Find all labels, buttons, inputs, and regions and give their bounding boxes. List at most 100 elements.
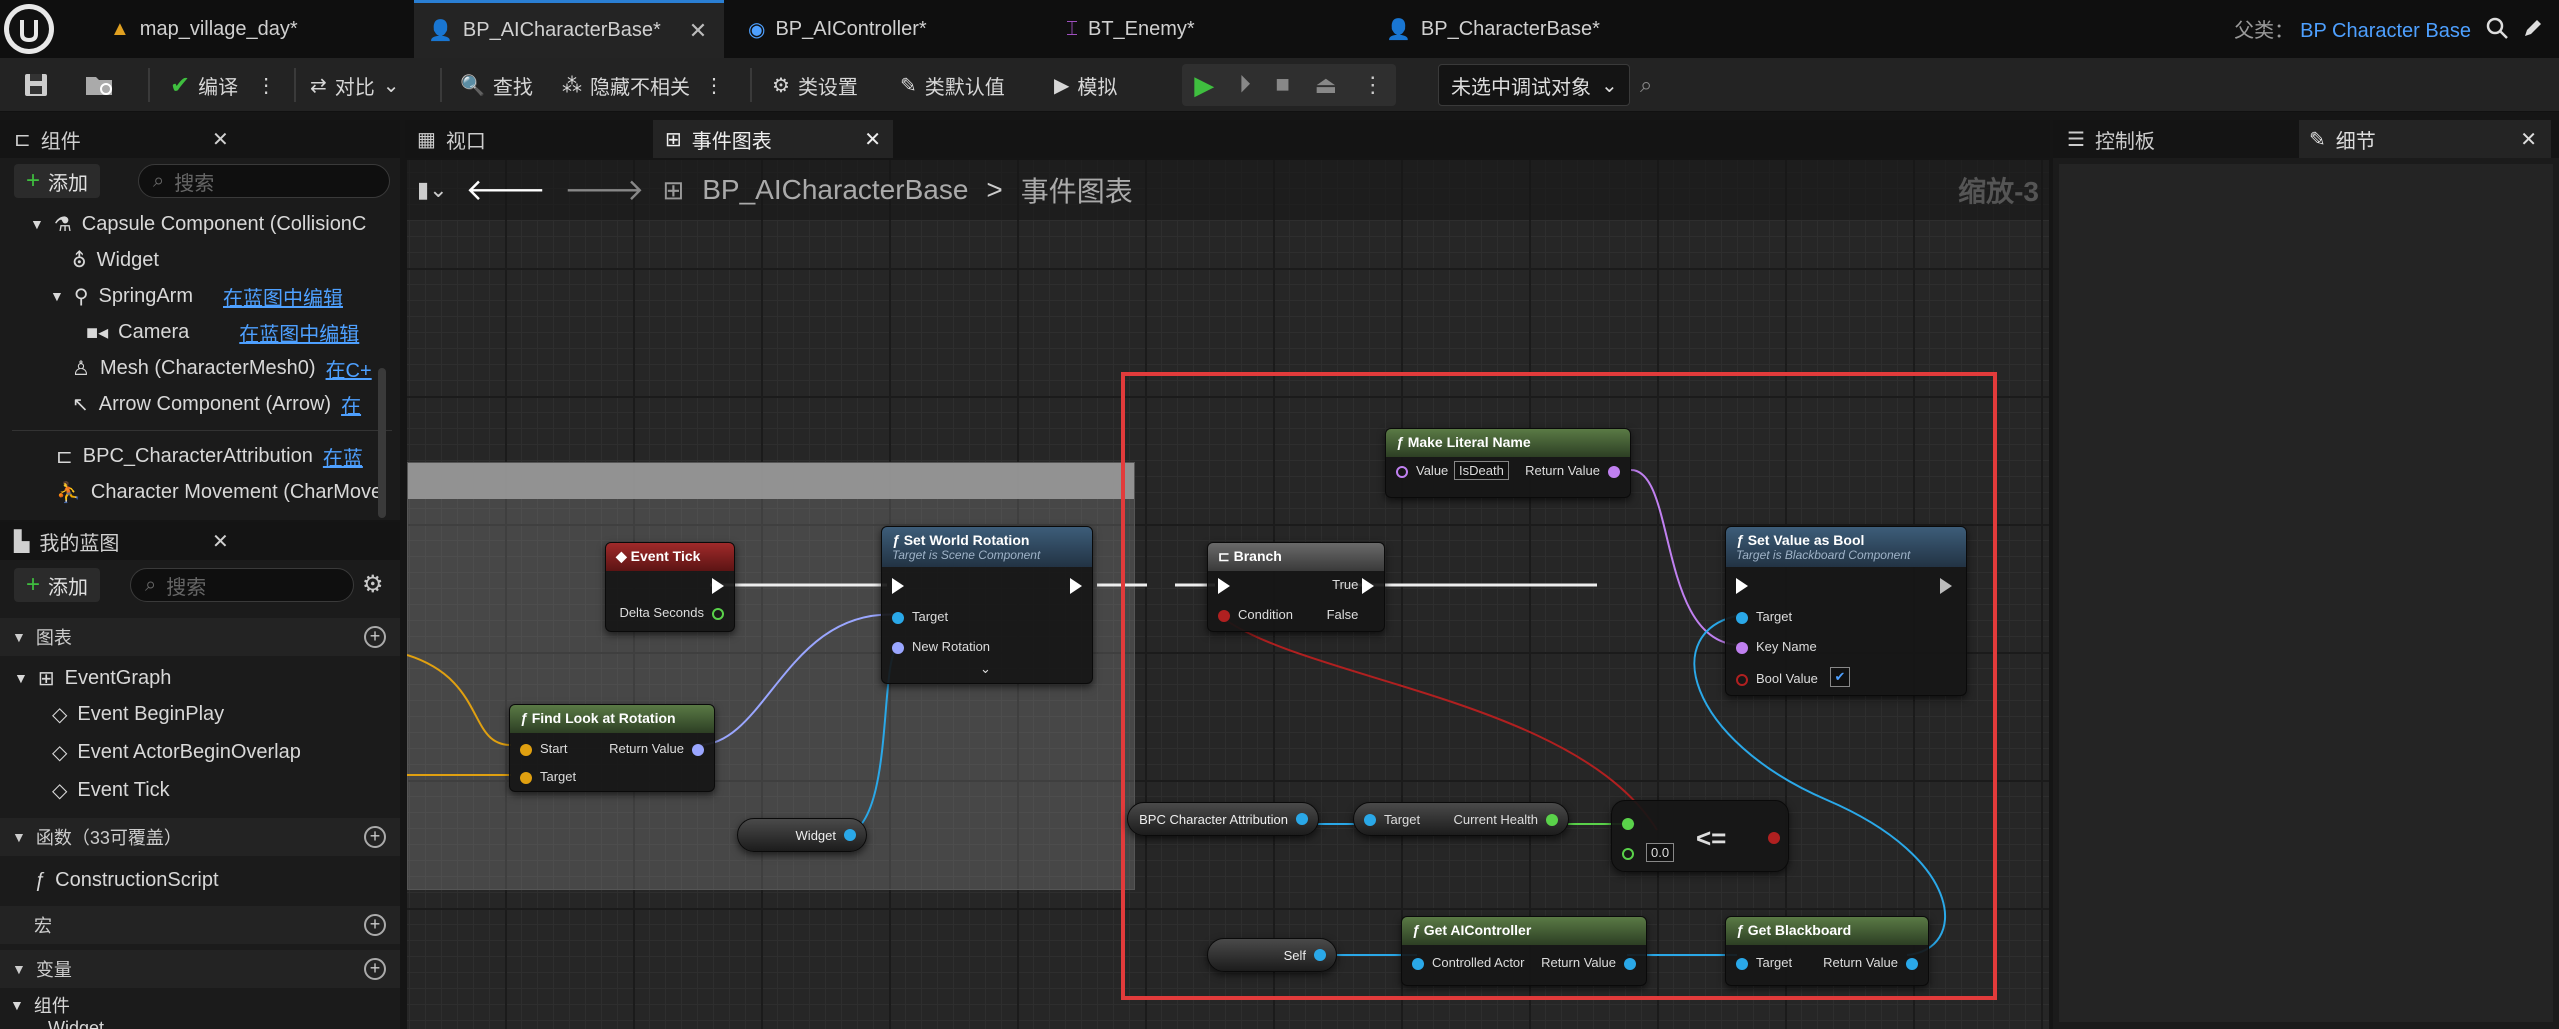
back-arrow-icon[interactable]: 🡐 bbox=[466, 172, 546, 208]
controlled-actor-pin[interactable]: Controlled Actor bbox=[1412, 955, 1525, 970]
browse-button[interactable] bbox=[84, 66, 116, 104]
exec-in-pin[interactable] bbox=[892, 577, 904, 594]
value-pin[interactable]: Value bbox=[1396, 463, 1448, 478]
add-member-button[interactable]: + 添加 bbox=[14, 568, 101, 602]
edit-in-link[interactable]: 在 bbox=[341, 390, 361, 419]
start-pin[interactable]: Start bbox=[520, 741, 567, 756]
add-component-button[interactable]: + 添加 bbox=[14, 164, 101, 198]
my-blueprint-search-input[interactable]: ⌕ 搜索 bbox=[130, 568, 354, 602]
bool-value-pin[interactable]: Bool Value bbox=[1736, 671, 1818, 686]
find-button[interactable]: 🔍 查找 bbox=[460, 66, 533, 104]
component-bpc-characterattribution[interactable]: ⊏ BPC_CharacterAttribution 在蓝 bbox=[56, 438, 363, 474]
branch-node[interactable]: ⊏ Branch True Condition False bbox=[1207, 542, 1385, 632]
less-equal-node[interactable]: 0.0 <= bbox=[1611, 800, 1789, 872]
tab-viewport[interactable]: ▦ 视口 bbox=[405, 120, 645, 158]
component-camera[interactable]: ■◂ Camera 在蓝图中编辑 bbox=[86, 314, 359, 350]
components-variable-group[interactable]: ▼ 组件 bbox=[10, 990, 70, 1020]
target-pin[interactable]: Target bbox=[520, 769, 576, 784]
key-name-pin[interactable]: Key Name bbox=[1736, 639, 1817, 654]
a-pin[interactable] bbox=[1622, 815, 1642, 830]
exec-in-pin[interactable] bbox=[1736, 577, 1748, 594]
class-defaults-button[interactable]: ✎ 类默认值 bbox=[900, 66, 1005, 104]
b-pin[interactable] bbox=[1622, 845, 1642, 860]
self-node[interactable]: Self bbox=[1207, 938, 1337, 972]
new-rotation-pin[interactable]: New Rotation bbox=[892, 639, 990, 654]
play-icon[interactable]: ▶ bbox=[1194, 70, 1214, 101]
section-graphs[interactable]: ▼ 图表 + bbox=[0, 618, 400, 656]
simulate-button[interactable]: ▶ 模拟 bbox=[1054, 66, 1117, 104]
component-arrow[interactable]: ↖ Arrow Component (Arrow) 在 bbox=[72, 386, 361, 422]
b-value-input[interactable]: 0.0 bbox=[1646, 843, 1675, 862]
expand-chevron-icon[interactable]: ⌄ bbox=[980, 661, 991, 677]
target-pin[interactable]: Target bbox=[1364, 812, 1420, 827]
add-macro-icon[interactable]: + bbox=[364, 914, 386, 936]
eject-icon[interactable]: ⏏ bbox=[1314, 71, 1337, 100]
return-value-pin[interactable]: Return Value bbox=[1823, 955, 1918, 970]
target-pin[interactable]: Target bbox=[1736, 955, 1792, 970]
section-macros[interactable]: 宏 + bbox=[0, 906, 400, 944]
widget-variable-node[interactable]: Widget bbox=[737, 818, 867, 852]
class-settings-button[interactable]: ⚙ 类设置 bbox=[772, 66, 858, 104]
tab-control-panel[interactable]: ☰ 控制板 bbox=[2061, 120, 2301, 158]
find-look-at-rotation-node[interactable]: ƒ Find Look at Rotation Start Target Ret… bbox=[509, 704, 715, 792]
false-pin[interactable]: False bbox=[1327, 607, 1374, 624]
forward-arrow-icon[interactable]: 🡒 bbox=[564, 172, 644, 208]
exec-out-pin[interactable] bbox=[1070, 577, 1082, 594]
result-pin[interactable] bbox=[1768, 829, 1780, 844]
close-icon[interactable]: ✕ bbox=[212, 529, 229, 554]
add-graph-icon[interactable]: + bbox=[364, 626, 386, 648]
set-value-as-bool-node[interactable]: ƒ Set Value as Bool Target is Blackboard … bbox=[1725, 526, 1967, 696]
bookmark-icon[interactable]: ▮⌄ bbox=[417, 177, 448, 203]
make-literal-name-node[interactable]: ƒ Make Literal Name Value IsDeath Return… bbox=[1385, 428, 1631, 498]
bool-value-checkbox[interactable]: ✔ bbox=[1830, 667, 1850, 687]
event-graph-item[interactable]: ▼ ⊞ EventGraph bbox=[14, 660, 171, 696]
tab-map-village-day[interactable]: ▲ map_village_day* bbox=[96, 0, 410, 58]
bpc-character-attribution-node[interactable]: BPC Character Attribution bbox=[1127, 802, 1319, 836]
tab-bp-aicontroller[interactable]: ◉ BP_AIController* bbox=[734, 0, 1044, 58]
add-function-icon[interactable]: + bbox=[364, 826, 386, 848]
component-capsule[interactable]: ▼ ⚗ Capsule Component (CollisionC bbox=[30, 206, 366, 242]
event-tick-node[interactable]: ◆ Event Tick Delta Seconds bbox=[605, 542, 735, 632]
return-value-pin[interactable]: Return Value bbox=[609, 741, 704, 756]
event-actorbeginoverlap-item[interactable]: ◇ Event ActorBeginOverlap bbox=[52, 734, 301, 770]
breadcrumb-graph[interactable]: 事件图表 bbox=[1021, 170, 1133, 210]
close-tab-icon[interactable]: ✕ bbox=[2520, 127, 2537, 152]
edit-in-blueprint-link[interactable]: 在蓝图中编辑 bbox=[223, 282, 343, 311]
more-options-icon[interactable]: ⋮ bbox=[704, 73, 724, 98]
components-scrollbar[interactable] bbox=[378, 368, 386, 518]
target-pin[interactable]: Target bbox=[1736, 609, 1792, 624]
return-value-pin[interactable]: Return Value bbox=[1525, 463, 1620, 478]
close-tab-icon[interactable]: ✕ bbox=[689, 18, 707, 44]
stop-icon[interactable]: ■ bbox=[1275, 71, 1290, 99]
edit-in-blueprint-link[interactable]: 在蓝图中编辑 bbox=[239, 318, 359, 347]
save-button[interactable] bbox=[22, 66, 50, 104]
play-options-icon[interactable]: ⋮ bbox=[1362, 72, 1384, 98]
true-pin[interactable]: True bbox=[1332, 577, 1374, 594]
component-mesh[interactable]: ♙ Mesh (CharacterMesh0) 在C+ bbox=[72, 350, 372, 386]
components-search-input[interactable]: ⌕ 搜索 bbox=[138, 164, 390, 198]
get-aicontroller-node[interactable]: ƒ Get AIController Controlled Actor Retu… bbox=[1401, 916, 1647, 986]
edit-in-blueprint-link[interactable]: 在蓝 bbox=[323, 442, 363, 471]
compile-options-icon[interactable]: ⋮ bbox=[256, 73, 276, 98]
get-current-health-node[interactable]: Target Current Health bbox=[1353, 802, 1569, 836]
compile-button[interactable]: ✔ 编译 ⋮ bbox=[170, 66, 276, 104]
unreal-logo-icon[interactable] bbox=[4, 4, 54, 54]
set-world-rotation-node[interactable]: ƒ Set World Rotation Target is Scene Comp… bbox=[881, 526, 1093, 684]
search-icon[interactable] bbox=[2485, 16, 2509, 40]
tab-bp-characterbase[interactable]: 👤 BP_CharacterBase* bbox=[1372, 0, 1682, 58]
current-health-pin[interactable]: Current Health bbox=[1453, 812, 1558, 827]
breadcrumb-blueprint[interactable]: BP_AICharacterBase bbox=[702, 174, 968, 206]
isdeath-value-input[interactable]: IsDeath bbox=[1454, 461, 1509, 480]
event-tick-item[interactable]: ◇ Event Tick bbox=[52, 772, 170, 808]
condition-pin[interactable]: Condition bbox=[1218, 607, 1293, 622]
edit-in-cpp-link[interactable]: 在C+ bbox=[326, 354, 372, 383]
return-value-pin[interactable]: Return Value bbox=[1541, 955, 1636, 970]
settings-gear-icon[interactable]: ⚙ bbox=[362, 570, 384, 599]
section-functions[interactable]: ▼ 函数（33可覆盖） + bbox=[0, 818, 400, 856]
exec-in-pin[interactable] bbox=[1218, 577, 1230, 594]
component-character-movement[interactable]: ⛹ Character Movement (CharMove bbox=[56, 474, 382, 510]
close-icon[interactable]: ✕ bbox=[212, 127, 229, 152]
exec-out-pin[interactable] bbox=[712, 577, 724, 594]
exec-out-pin[interactable] bbox=[1940, 577, 1952, 594]
tab-event-graph[interactable]: ⊞ 事件图表 ✕ bbox=[653, 120, 893, 158]
